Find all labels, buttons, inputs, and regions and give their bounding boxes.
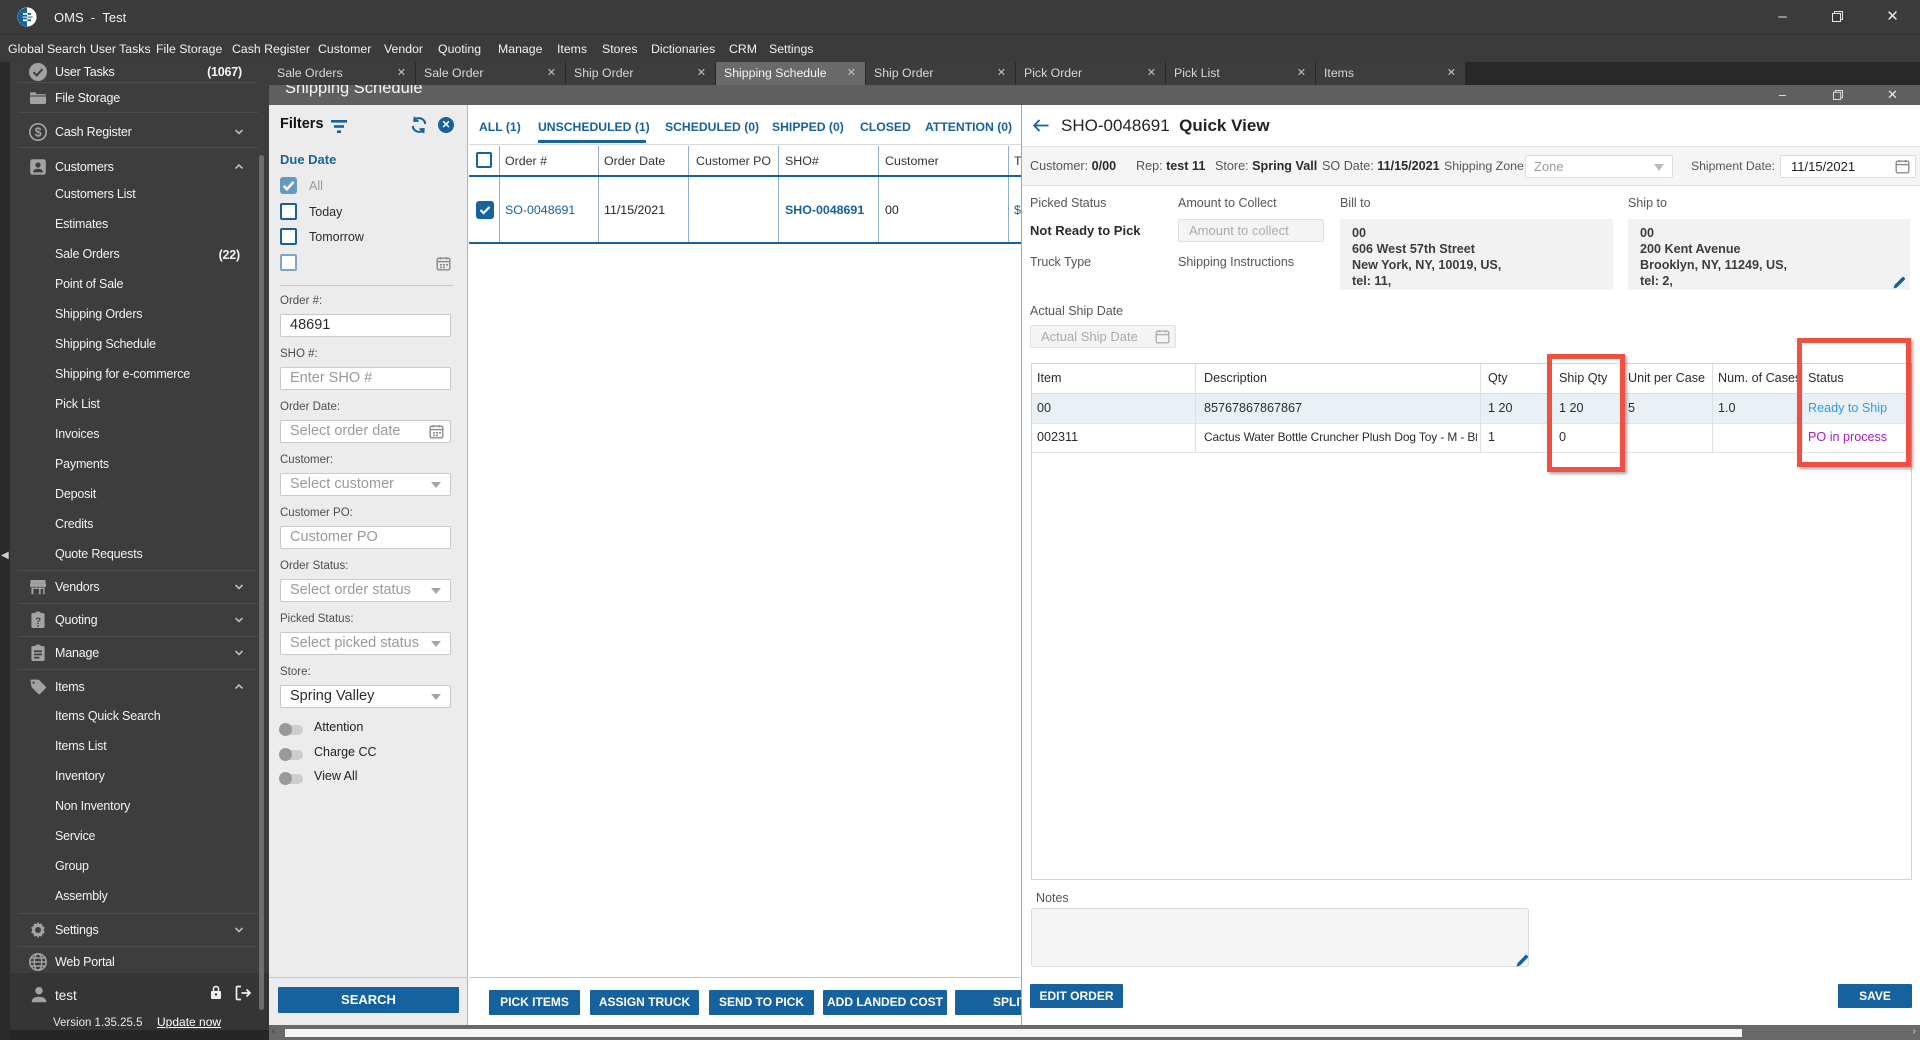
svg-text:$: $ xyxy=(35,125,42,139)
